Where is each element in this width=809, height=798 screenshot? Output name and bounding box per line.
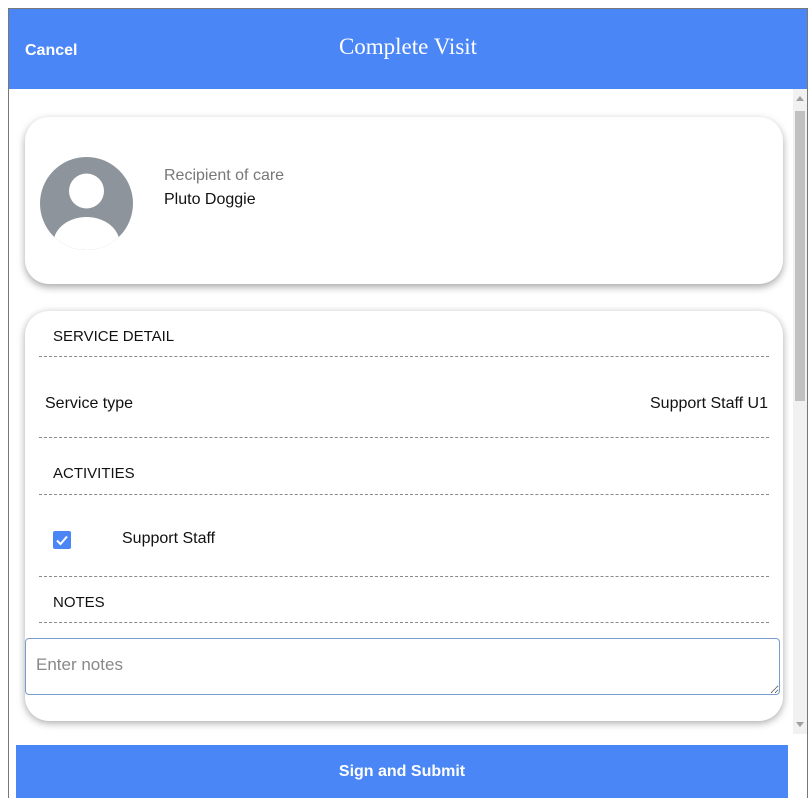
scroll-content[interactable]: Recipient of care Pluto Doggie SERVICE D…	[9, 89, 807, 734]
recipient-card: Recipient of care Pluto Doggie	[25, 117, 783, 284]
service-detail-heading: SERVICE DETAIL	[53, 328, 175, 345]
notes-input[interactable]	[25, 638, 780, 695]
header-bar: Cancel Complete Visit	[9, 9, 807, 89]
service-type-value: Support Staff U1	[650, 395, 768, 412]
scroll-down-arrow-icon[interactable]	[796, 722, 804, 727]
service-detail-card: SERVICE DETAIL Service type Support Staf…	[25, 311, 783, 721]
recipient-label: Recipient of care	[164, 167, 285, 184]
notes-heading: NOTES	[53, 594, 105, 611]
divider	[39, 622, 769, 623]
app-window: Cancel Complete Visit Recipient of care …	[8, 8, 808, 798]
divider	[39, 356, 769, 357]
activities-heading: ACTIVITIES	[53, 465, 135, 482]
checkmark-icon	[56, 535, 68, 546]
sign-and-submit-button[interactable]: Sign and Submit	[16, 745, 788, 798]
page-title: Complete Visit	[338, 34, 478, 59]
vertical-scrollbar[interactable]	[793, 89, 807, 734]
activity-label: Support Staff	[122, 530, 216, 547]
divider	[39, 437, 769, 438]
divider	[39, 494, 769, 495]
scrollbar-thumb[interactable]	[795, 111, 805, 401]
divider	[39, 576, 769, 577]
scroll-up-arrow-icon[interactable]	[796, 96, 804, 101]
user-avatar-icon	[40, 157, 133, 250]
activity-checkbox[interactable]	[53, 531, 71, 549]
recipient-name: Pluto Doggie	[164, 191, 256, 208]
service-type-label: Service type	[45, 395, 134, 412]
